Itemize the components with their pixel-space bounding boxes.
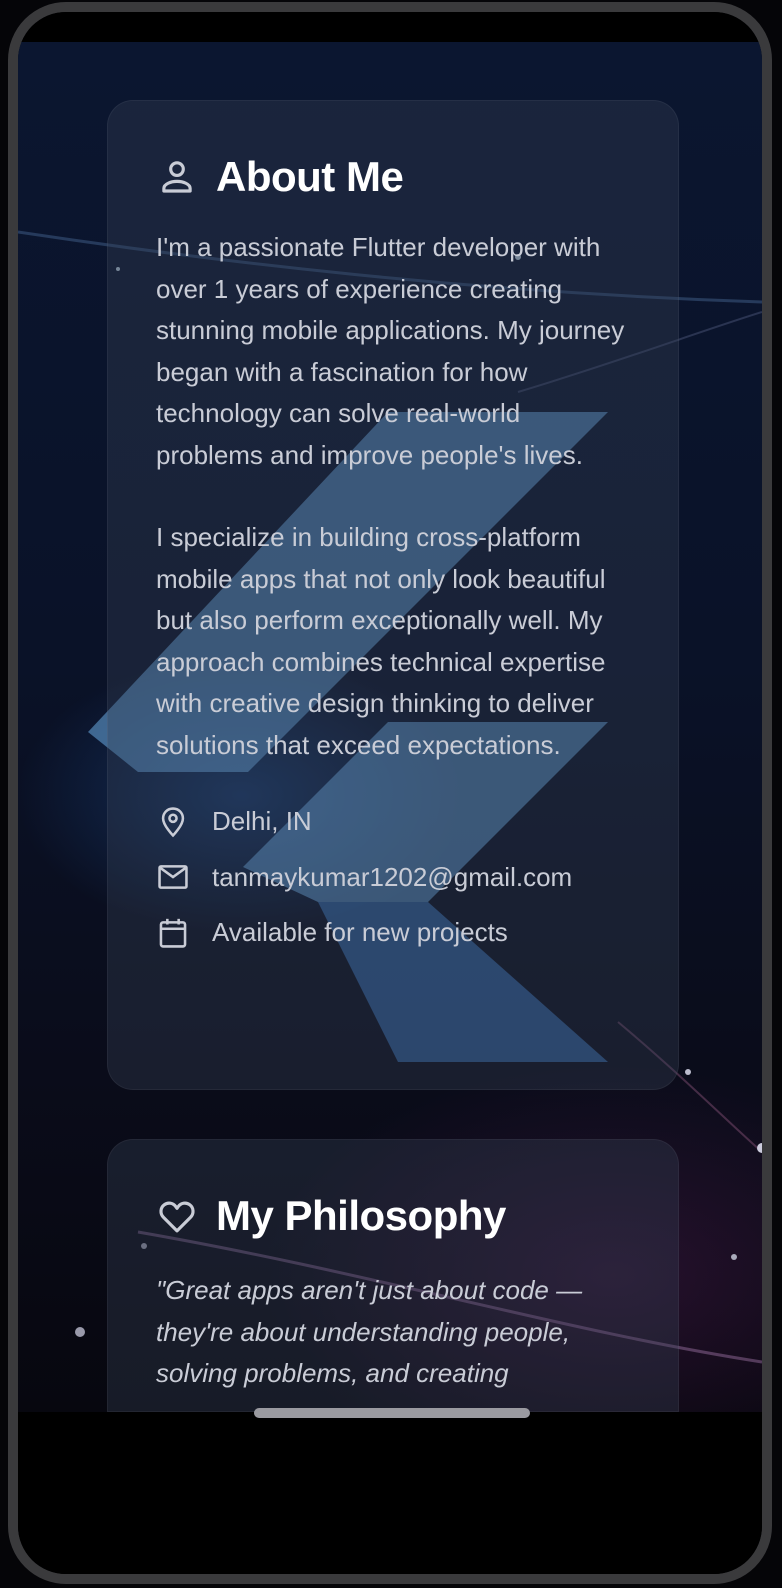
about-title: About Me [216, 153, 404, 200]
about-paragraph-2: I specialize in building cross-platform … [156, 522, 613, 760]
philosophy-title-row: My Philosophy [156, 1192, 630, 1240]
screen: About Me I'm a passionate Flutter develo… [18, 12, 762, 1574]
info-email-text[interactable]: tanmaykumar1202@gmail.com [212, 862, 572, 893]
info-availability-text: Available for new projects [212, 917, 508, 948]
bottom-bar [18, 1412, 762, 1574]
about-card: About Me I'm a passionate Flutter develo… [107, 100, 679, 1090]
philosophy-title: My Philosophy [216, 1192, 506, 1239]
person-icon [156, 156, 198, 198]
philosophy-card: My Philosophy "Great apps aren't just ab… [107, 1139, 679, 1412]
philosophy-quote: "Great apps aren't just about code — the… [156, 1275, 583, 1388]
about-title-row: About Me [156, 153, 630, 201]
info-row-email[interactable]: tanmaykumar1202@gmail.com [156, 850, 630, 906]
about-paragraph-1: I'm a passionate Flutter developer with … [156, 232, 632, 470]
info-row-location: Delhi, IN [156, 794, 630, 850]
home-indicator[interactable] [254, 1408, 530, 1418]
info-location-text: Delhi, IN [212, 806, 312, 837]
location-pin-icon [156, 805, 190, 839]
contact-info-list: Delhi, IN tanmaykumar1202@gmail.com Avai… [156, 794, 630, 961]
status-bar [18, 12, 762, 42]
heart-icon [156, 1195, 198, 1237]
mail-icon [156, 860, 190, 894]
calendar-icon [156, 916, 190, 950]
info-row-availability: Available for new projects [156, 905, 630, 961]
phone-frame: About Me I'm a passionate Flutter develo… [8, 2, 772, 1584]
